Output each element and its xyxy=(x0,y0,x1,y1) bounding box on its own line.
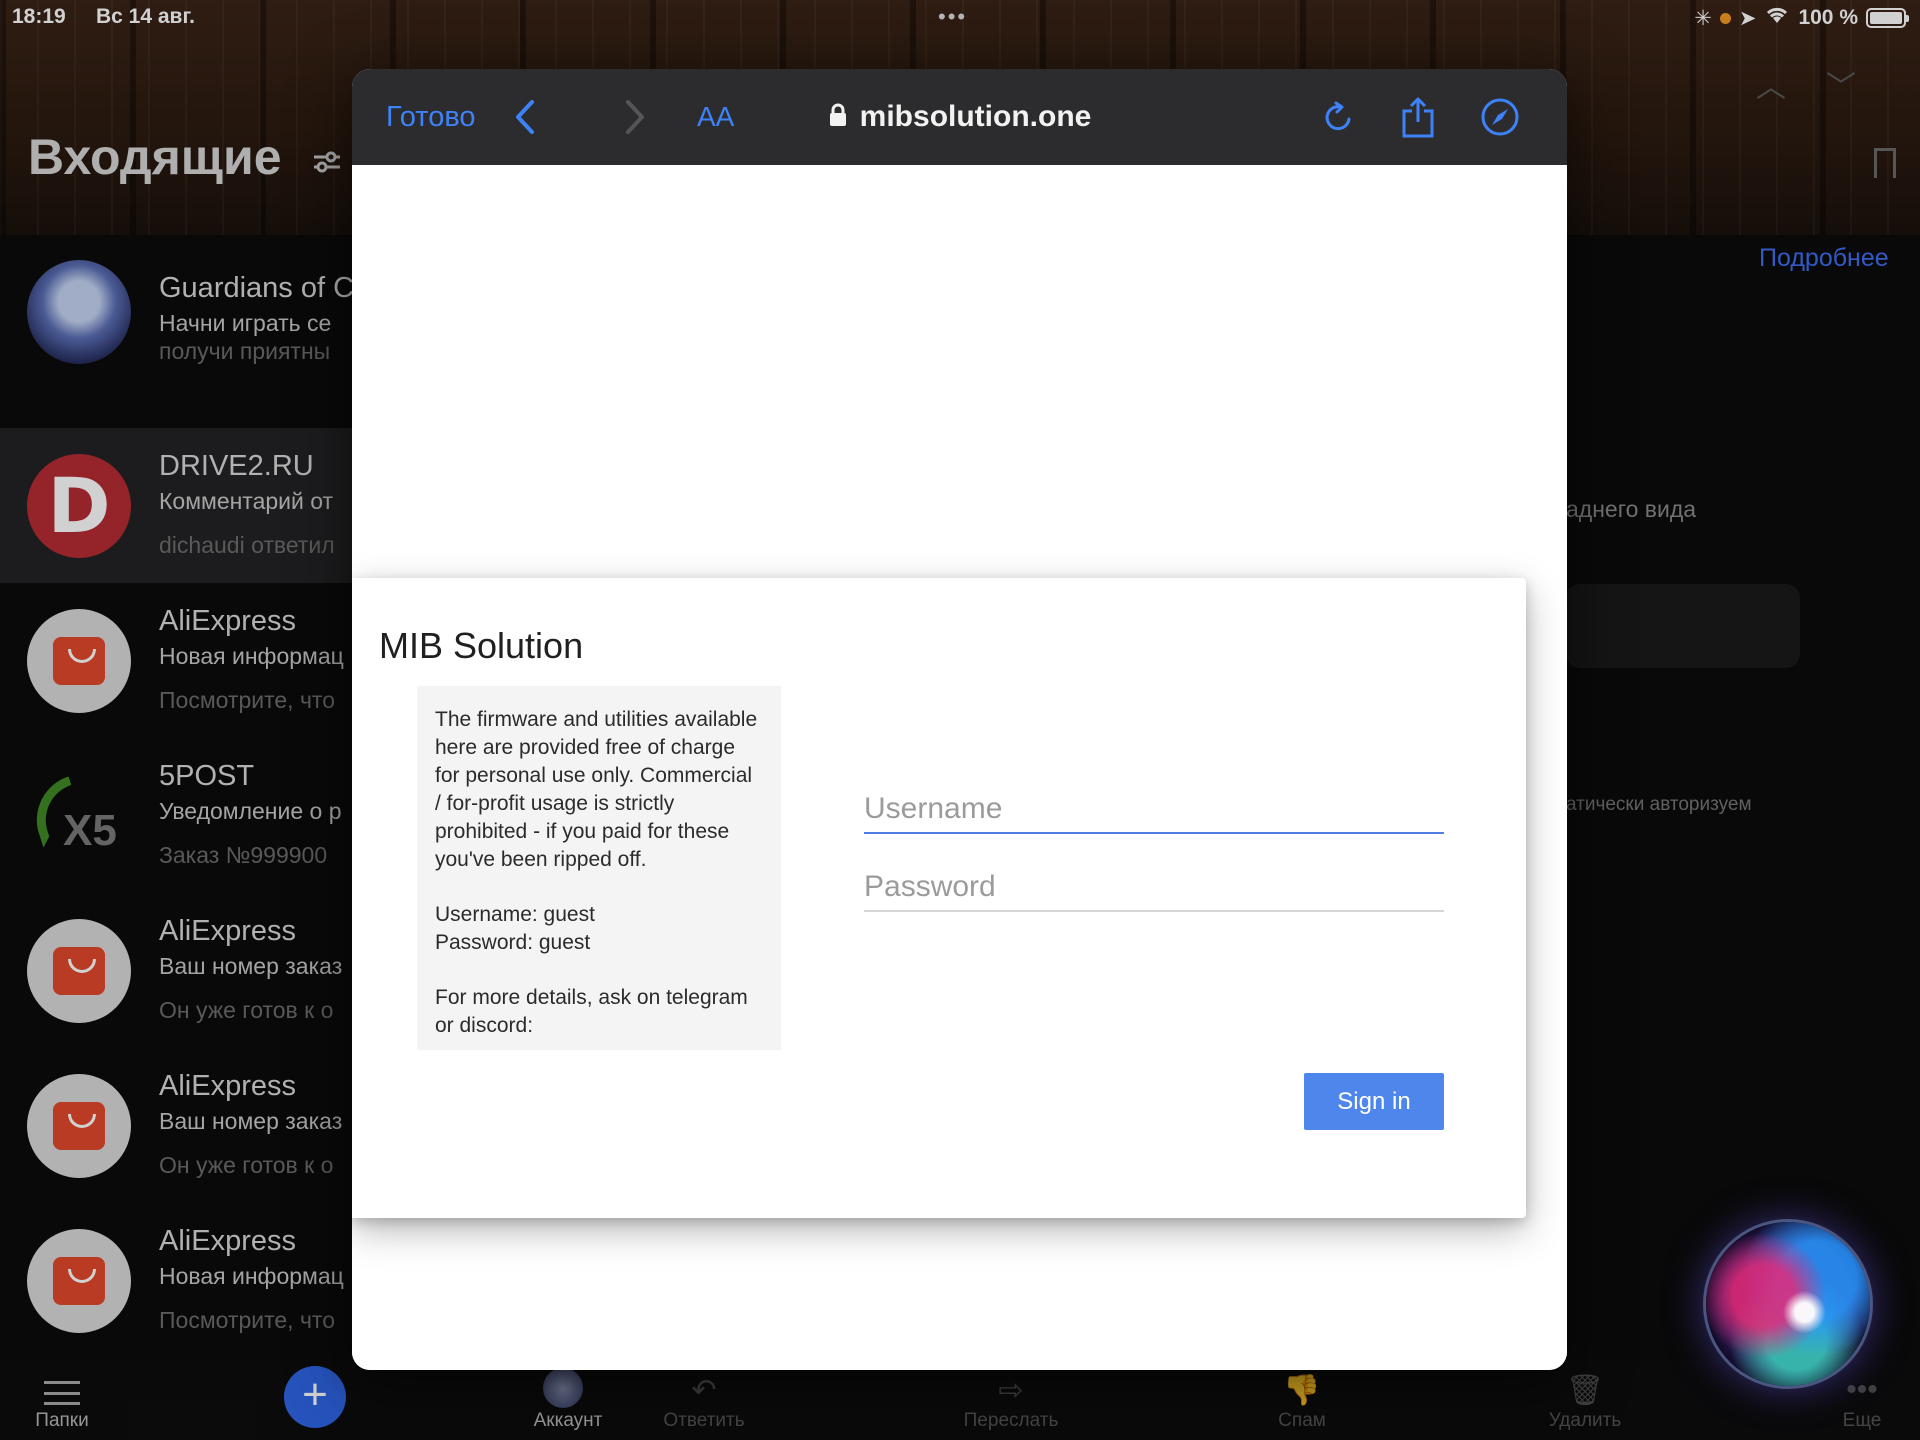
username-input[interactable] xyxy=(864,772,1444,834)
url-text: mibsolution.one xyxy=(859,100,1092,133)
forward-arrow-icon[interactable] xyxy=(624,69,646,165)
password-input[interactable] xyxy=(864,850,1444,912)
safari-sheet: Готово AA mibsolution.one MIB Solution T… xyxy=(352,69,1567,1370)
guest-password-text: Password: guest xyxy=(435,931,591,954)
back-arrow-icon[interactable] xyxy=(514,69,536,165)
password-field-wrapper xyxy=(864,850,1444,916)
contact-text: For more details, ask on telegram or dis… xyxy=(435,986,748,1037)
text-size-button[interactable]: AA xyxy=(697,69,734,165)
open-in-safari-compass-icon[interactable] xyxy=(1480,69,1520,165)
lock-icon xyxy=(828,103,848,132)
reload-icon[interactable] xyxy=(1322,69,1356,165)
sign-in-button[interactable]: Sign in xyxy=(1304,1073,1444,1130)
notice-text: The firmware and utilities available her… xyxy=(435,708,758,871)
site-title: MIB Solution xyxy=(379,625,584,666)
notice-box[interactable]: The firmware and utilities available her… xyxy=(417,686,781,1050)
siri-orb-icon[interactable] xyxy=(1706,1222,1870,1386)
username-field-wrapper xyxy=(864,772,1444,838)
login-dialog: MIB Solution The firmware and utilities … xyxy=(352,578,1526,1218)
web-page: MIB Solution The firmware and utilities … xyxy=(352,165,1567,1370)
share-icon[interactable] xyxy=(1400,69,1436,165)
guest-username-text: Username: guest xyxy=(435,903,595,926)
done-button[interactable]: Готово xyxy=(386,69,476,165)
browser-toolbar: Готово AA mibsolution.one xyxy=(352,69,1567,165)
